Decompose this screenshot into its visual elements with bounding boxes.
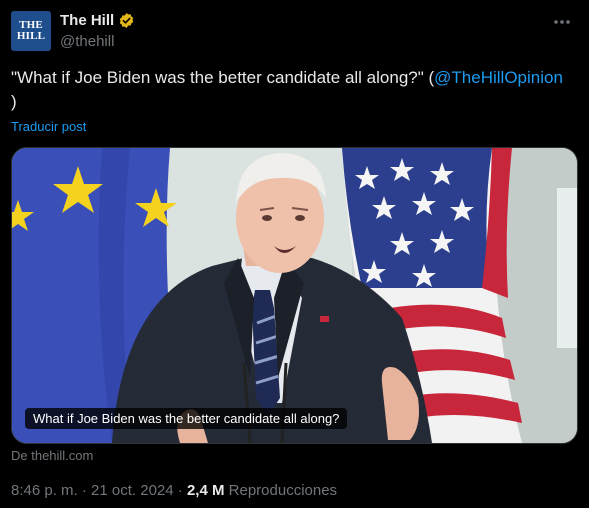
media-caption: What if Joe Biden was the better candida…: [25, 408, 348, 429]
translate-post-link[interactable]: Traducir post: [11, 119, 86, 134]
views-count: 2,4 M: [186, 482, 225, 499]
post-meta: 8:46 p. m. · 21 oct. 2024 · 2,4 M Reprod…: [11, 482, 337, 499]
post-text-body: "What if Joe Biden was the better candid…: [11, 68, 435, 87]
mention-link[interactable]: @TheHillOpinion: [434, 68, 563, 87]
media-illustration: [12, 148, 577, 443]
views-label: Reproducciones: [228, 482, 338, 499]
avatar[interactable]: THE HILL: [11, 11, 51, 51]
display-name[interactable]: The Hill: [60, 12, 114, 29]
post-time[interactable]: 8:46 p. m.: [11, 482, 78, 499]
meta-separator-2: ·: [177, 482, 183, 499]
source-link[interactable]: De thehill.com: [11, 448, 93, 463]
post-text: "What if Joe Biden was the better candid…: [11, 66, 581, 114]
author-handle[interactable]: @thehill: [60, 33, 114, 50]
post-text-closing: ): [11, 92, 17, 111]
meta-separator: ·: [81, 482, 87, 499]
media-image[interactable]: What if Joe Biden was the better candida…: [11, 147, 578, 444]
avatar-line-2: HILL: [16, 30, 46, 42]
more-options-icon: [554, 20, 570, 24]
more-options-button[interactable]: [547, 10, 577, 34]
author-name-row: The Hill: [60, 12, 135, 29]
post-date[interactable]: 21 oct. 2024: [91, 482, 174, 499]
verified-badge-icon: [118, 12, 135, 29]
